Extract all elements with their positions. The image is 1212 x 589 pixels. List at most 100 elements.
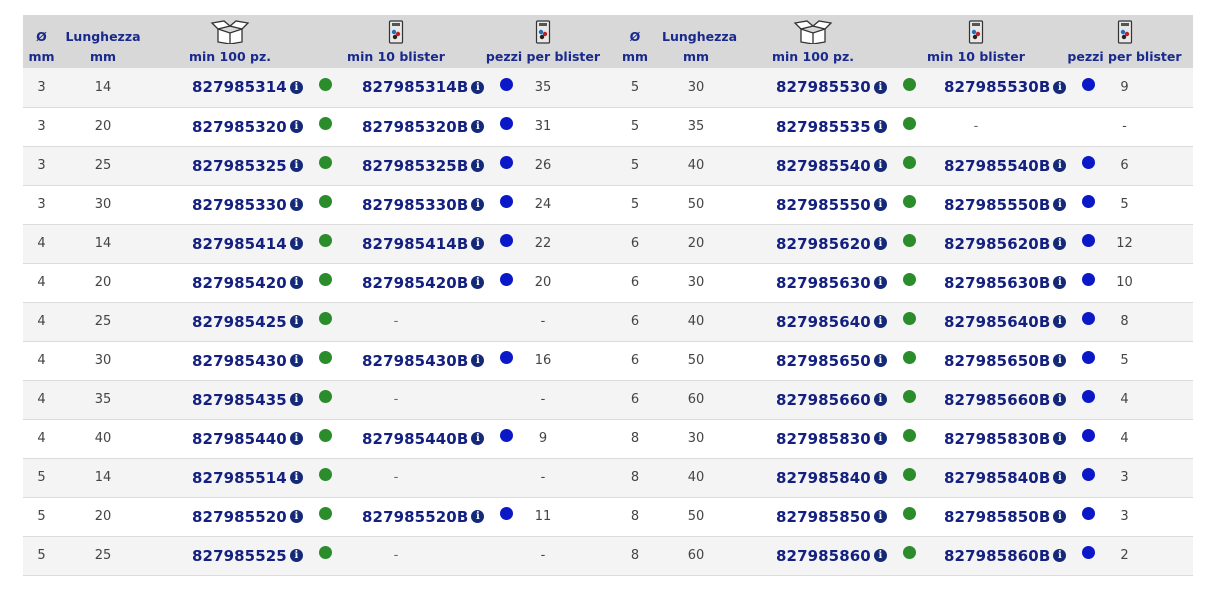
product-code-link[interactable]: 827985630 xyxy=(776,274,871,292)
info-icon[interactable]: i xyxy=(471,510,485,523)
blister-code-link[interactable]: 827985320B xyxy=(362,118,468,136)
info-icon[interactable]: i xyxy=(1053,471,1067,484)
info-icon[interactable]: i xyxy=(289,80,303,94)
info-icon[interactable]: i xyxy=(1053,549,1067,562)
blister-code-link[interactable]: 827985850B xyxy=(944,508,1050,526)
info-icon[interactable]: i xyxy=(1053,80,1067,94)
blister-code-link[interactable]: 827985840B xyxy=(944,469,1050,487)
info-icon[interactable]: i xyxy=(471,276,485,289)
info-icon[interactable]: i xyxy=(873,237,887,250)
info-icon[interactable]: i xyxy=(471,120,485,133)
blister-code-link[interactable]: 827985520B xyxy=(362,508,468,526)
info-icon[interactable]: i xyxy=(471,80,485,94)
info-icon[interactable]: i xyxy=(289,198,303,211)
blister-code-link[interactable]: 827985550B xyxy=(944,196,1050,214)
blister-code-link[interactable]: 827985640B xyxy=(944,313,1050,331)
product-code-link[interactable]: 827985430 xyxy=(192,352,287,370)
product-code-link[interactable]: 827985850 xyxy=(776,508,871,526)
info-icon[interactable]: i xyxy=(289,549,303,562)
info-icon[interactable]: i xyxy=(289,471,303,484)
info-icon[interactable]: i xyxy=(873,354,887,367)
info-icon[interactable]: i xyxy=(1053,354,1067,367)
product-code-link-cell: 827985440 i xyxy=(146,419,332,458)
blister-code-link[interactable]: 827985620B xyxy=(944,235,1050,253)
blister-code-link[interactable]: 827985430B xyxy=(362,352,468,370)
info-icon[interactable]: i xyxy=(873,276,887,289)
info-icon[interactable]: i xyxy=(471,237,485,250)
blister-code-link[interactable]: 827985660B xyxy=(944,391,1050,409)
product-code-link[interactable]: 827985320 xyxy=(192,118,287,136)
info-icon[interactable]: i xyxy=(873,80,887,94)
blister-code-link[interactable]: 827985325B xyxy=(362,157,468,175)
product-code-link[interactable]: 827985514 xyxy=(192,469,287,487)
diameter-value: 3 xyxy=(37,119,46,134)
product-code-link[interactable]: 827985860 xyxy=(776,547,871,565)
info-icon[interactable]: i xyxy=(471,354,485,367)
blister-code-link[interactable]: 827985414B xyxy=(362,235,468,253)
info-icon[interactable]: i xyxy=(873,159,887,172)
product-code-link[interactable]: 827985660 xyxy=(776,391,871,409)
blister-code-link-cell: 827985330B i xyxy=(314,185,514,224)
info-icon[interactable]: i xyxy=(1053,237,1067,250)
info-icon[interactable]: i xyxy=(873,549,887,562)
info-icon[interactable]: i xyxy=(873,393,887,406)
info-icon[interactable]: i xyxy=(289,120,303,133)
info-icon[interactable]: i xyxy=(1053,276,1067,289)
info-icon[interactable]: i xyxy=(471,432,485,445)
blister-code-link[interactable]: 827985530B xyxy=(944,78,1050,96)
product-code-link[interactable]: 827985620 xyxy=(776,235,871,253)
header-diameter-symbol: Ø xyxy=(629,29,641,44)
info-icon[interactable]: i xyxy=(1053,510,1067,523)
product-code-link[interactable]: 827985414 xyxy=(192,235,287,253)
info-icon[interactable]: i xyxy=(873,315,887,328)
diameter-cell: 5 xyxy=(608,107,662,146)
info-icon[interactable]: i xyxy=(289,354,303,367)
product-code-link[interactable]: 827985330 xyxy=(192,196,287,214)
info-icon[interactable]: i xyxy=(289,276,303,289)
product-code-link[interactable]: 827985840 xyxy=(776,469,871,487)
product-code-link[interactable]: 827985550 xyxy=(776,196,871,214)
blister-code-link[interactable]: 827985314B xyxy=(362,78,468,96)
blister-code-link[interactable]: 827985420B xyxy=(362,274,468,292)
info-icon[interactable]: i xyxy=(471,159,485,172)
blister-code-link[interactable]: 827985650B xyxy=(944,352,1050,370)
info-icon[interactable]: i xyxy=(471,198,485,211)
diameter-value: 6 xyxy=(630,314,640,329)
info-icon[interactable]: i xyxy=(289,237,303,250)
blister-code-link[interactable]: 827985860B xyxy=(944,547,1050,565)
product-code-link[interactable]: 827985440 xyxy=(192,430,287,448)
blister-code-link[interactable]: 827985440B xyxy=(362,430,468,448)
product-code-link[interactable]: 827985520 xyxy=(192,508,287,526)
product-code-link[interactable]: 827985314 xyxy=(192,78,287,96)
product-code-link[interactable]: 827985640 xyxy=(776,313,871,331)
product-code-link[interactable]: 827985540 xyxy=(776,157,871,175)
blister-code-link[interactable]: 827985830B xyxy=(944,430,1050,448)
product-code-link[interactable]: 827985420 xyxy=(192,274,287,292)
info-icon[interactable]: i xyxy=(873,120,887,133)
info-icon[interactable]: i xyxy=(1053,432,1067,445)
info-icon[interactable]: i xyxy=(1053,198,1067,211)
info-icon[interactable]: i xyxy=(289,510,303,523)
info-icon[interactable]: i xyxy=(873,198,887,211)
info-icon[interactable]: i xyxy=(873,510,887,523)
info-icon[interactable]: i xyxy=(1053,315,1067,328)
product-code-link[interactable]: 827985435 xyxy=(192,391,287,409)
product-code-link[interactable]: 827985325 xyxy=(192,157,287,175)
info-icon[interactable]: i xyxy=(1053,159,1067,172)
product-code-link[interactable]: 827985530 xyxy=(776,78,871,96)
product-code-link[interactable]: 827985525 xyxy=(192,547,287,565)
info-icon[interactable]: i xyxy=(1053,393,1067,406)
blister-code-link[interactable]: 827985540B xyxy=(944,157,1050,175)
product-code-link[interactable]: 827985830 xyxy=(776,430,871,448)
blister-code-link[interactable]: 827985330B xyxy=(362,196,468,214)
info-icon[interactable]: i xyxy=(289,315,303,328)
product-code-link[interactable]: 827985425 xyxy=(192,313,287,331)
info-icon[interactable]: i xyxy=(289,393,303,406)
blister-code-link[interactable]: 827985630B xyxy=(944,274,1050,292)
info-icon[interactable]: i xyxy=(873,432,887,445)
info-icon[interactable]: i xyxy=(289,432,303,445)
info-icon[interactable]: i xyxy=(289,159,303,172)
info-icon[interactable]: i xyxy=(873,471,887,484)
product-code-link[interactable]: 827985535 xyxy=(776,118,871,136)
product-code-link[interactable]: 827985650 xyxy=(776,352,871,370)
